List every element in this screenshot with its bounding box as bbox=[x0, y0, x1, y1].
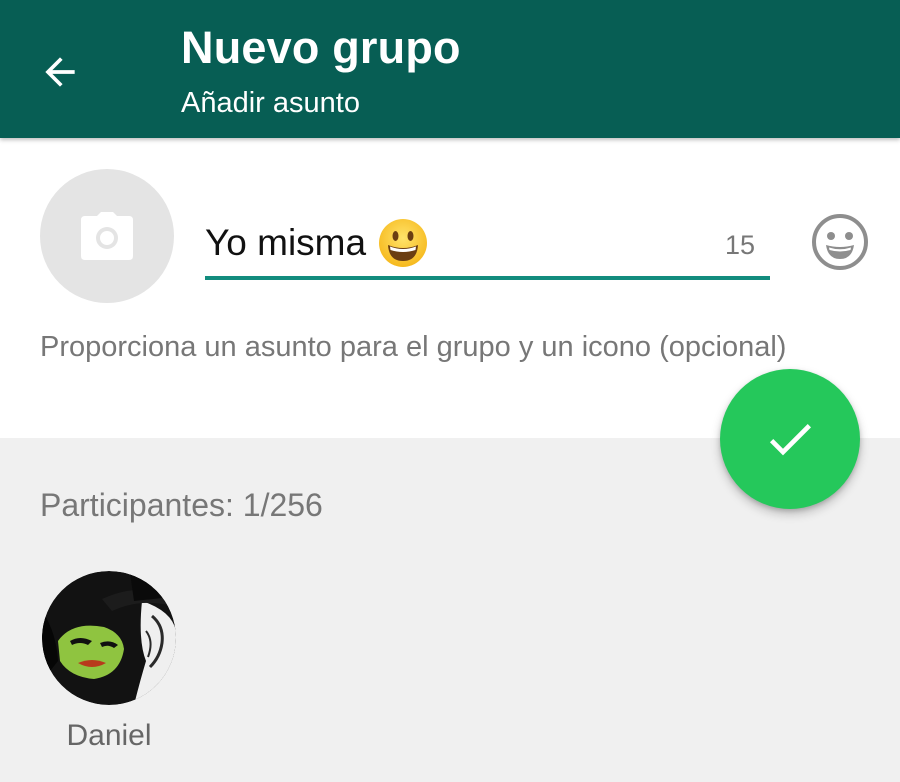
group-photo-picker[interactable] bbox=[40, 169, 174, 303]
smiley-icon[interactable] bbox=[810, 212, 870, 272]
page-subtitle: Añadir asunto bbox=[181, 87, 360, 119]
app-bar: Nuevo grupo Añadir asunto bbox=[0, 0, 900, 138]
subject-text-wrapper: Yo misma bbox=[205, 218, 428, 268]
group-subject-input[interactable]: Yo misma 15 bbox=[205, 206, 770, 282]
avatar bbox=[42, 571, 176, 705]
page-title: Nuevo grupo bbox=[181, 22, 461, 73]
check-icon bbox=[769, 424, 811, 456]
subject-value: Yo misma bbox=[205, 222, 367, 263]
arrow-left-icon bbox=[45, 57, 75, 87]
input-underline bbox=[205, 276, 770, 280]
participants-count-label: Participantes: 1/256 bbox=[40, 487, 323, 523]
remaining-chars-counter: 15 bbox=[724, 230, 755, 260]
grinning-face-emoji bbox=[379, 219, 428, 267]
camera-icon bbox=[81, 212, 133, 260]
participant-item[interactable]: Daniel bbox=[42, 571, 176, 753]
confirm-create-group-button[interactable] bbox=[720, 369, 860, 509]
subject-hint: Proporciona un asunto para el grupo y un… bbox=[40, 331, 787, 363]
back-button[interactable] bbox=[28, 40, 92, 104]
participant-name: Daniel bbox=[66, 719, 152, 752]
